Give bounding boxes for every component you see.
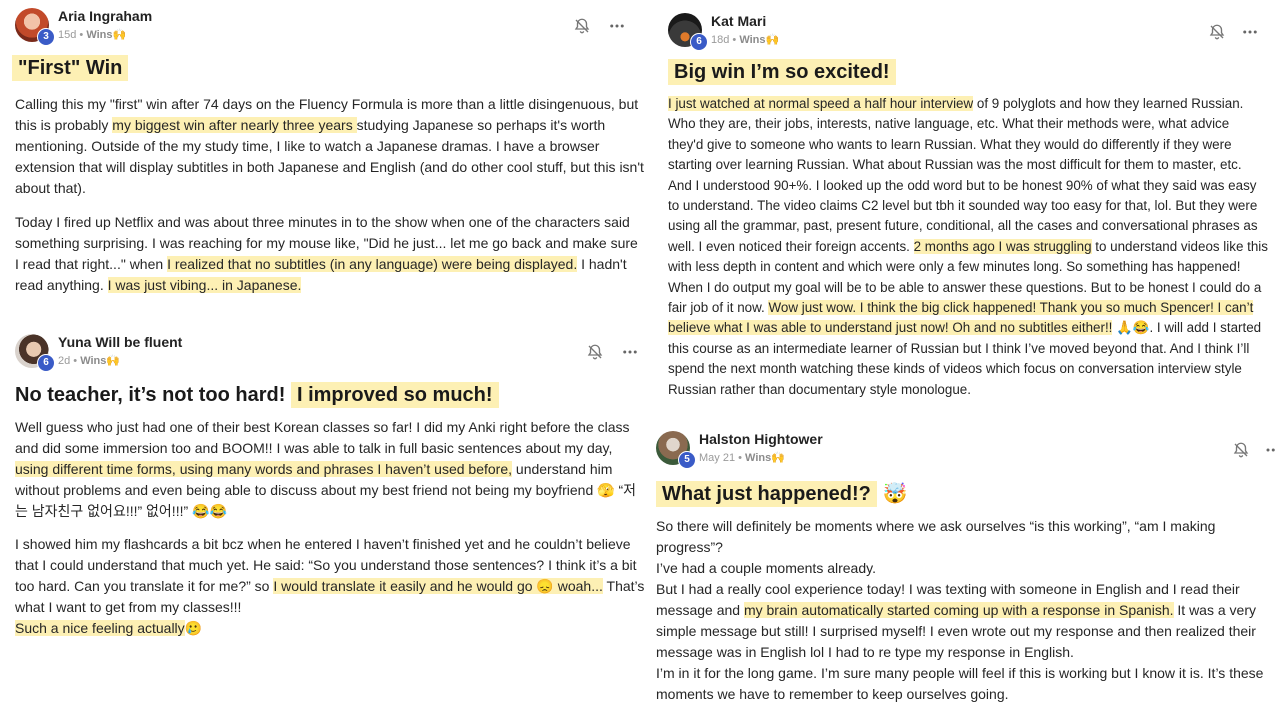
bell-icon[interactable]	[586, 343, 604, 361]
post-kat: 6 Kat Mari 18d • Wins🙌 Big win I’m so ex…	[668, 13, 1268, 400]
post-paragraph: Well guess who just had one of their bes…	[15, 419, 636, 519]
post-paragraph: I’m in it for the long game. I’m sure ma…	[656, 665, 1264, 702]
level-badge: 6	[690, 33, 708, 51]
post-paragraph: Calling this my "first" win after 74 day…	[15, 96, 644, 196]
post-age: 15d	[58, 29, 77, 41]
post-title[interactable]: What just happened!? 🤯	[656, 481, 1276, 507]
post-paragraph: So there will definitely be moments wher…	[656, 518, 1216, 555]
post-meta: 2d • Wins🙌	[58, 355, 121, 367]
post-header: 5 Halston Hightower May 21 • Wins🙌	[656, 431, 1276, 475]
more-options-icon[interactable]	[608, 17, 626, 35]
level-badge: 5	[678, 451, 696, 469]
post-meta: 18d • Wins🙌	[711, 34, 780, 46]
post-age: 18d	[711, 34, 730, 46]
author-name[interactable]: Halston Hightower	[699, 431, 823, 447]
post-header: 6 Yuna Will be fluent 2d • Wins🙌	[15, 334, 645, 378]
post-title[interactable]: Big win I’m so excited!	[668, 59, 1268, 85]
post-category[interactable]: Wins🙌	[86, 29, 126, 41]
post-meta: 15d • Wins🙌	[58, 29, 127, 41]
post-title[interactable]: No teacher, it’s not too hard! I improve…	[15, 382, 645, 408]
more-options-icon[interactable]	[621, 343, 639, 361]
post-yuna: 6 Yuna Will be fluent 2d • Wins🙌 No teac…	[15, 334, 645, 639]
post-aria: 3 Aria Ingraham 15d • Wins🙌 "First" Win …	[12, 8, 645, 296]
post-paragraph: Today I fired up Netflix and was about t…	[15, 214, 638, 293]
post-paragraph: I’ve had a couple moments already.	[656, 560, 876, 576]
post-category[interactable]: Wins🙌	[80, 355, 120, 367]
bell-icon[interactable]	[1232, 441, 1250, 459]
post-paragraph: Such a nice feeling actually🥲	[15, 620, 203, 636]
bell-icon[interactable]	[1208, 23, 1226, 41]
more-options-icon[interactable]	[1241, 23, 1259, 41]
more-options-icon[interactable]	[1262, 441, 1280, 459]
post-age: 2d	[58, 355, 71, 367]
author-name[interactable]: Yuna Will be fluent	[58, 334, 182, 350]
author-name[interactable]: Aria Ingraham	[58, 8, 152, 24]
level-badge: 6	[37, 354, 55, 372]
post-title[interactable]: "First" Win	[12, 55, 645, 81]
post-halston: 5 Halston Hightower May 21 • Wins🙌 What …	[656, 431, 1276, 705]
post-age: May 21	[699, 452, 736, 464]
post-meta: May 21 • Wins🙌	[699, 452, 785, 464]
post-header: 6 Kat Mari 18d • Wins🙌	[668, 13, 1268, 57]
post-category[interactable]: Wins🙌	[739, 34, 779, 46]
author-name[interactable]: Kat Mari	[711, 13, 766, 29]
bell-icon[interactable]	[573, 17, 591, 35]
post-paragraph: I showed him my flashcards a bit bcz whe…	[15, 536, 645, 615]
post-header: 3 Aria Ingraham 15d • Wins🙌	[15, 8, 645, 52]
post-paragraph: But I had a really cool experience today…	[656, 581, 1256, 660]
post-paragraph: I just watched at normal speed a half ho…	[668, 96, 1268, 397]
post-category[interactable]: Wins🙌	[745, 452, 785, 464]
level-badge: 3	[37, 28, 55, 46]
